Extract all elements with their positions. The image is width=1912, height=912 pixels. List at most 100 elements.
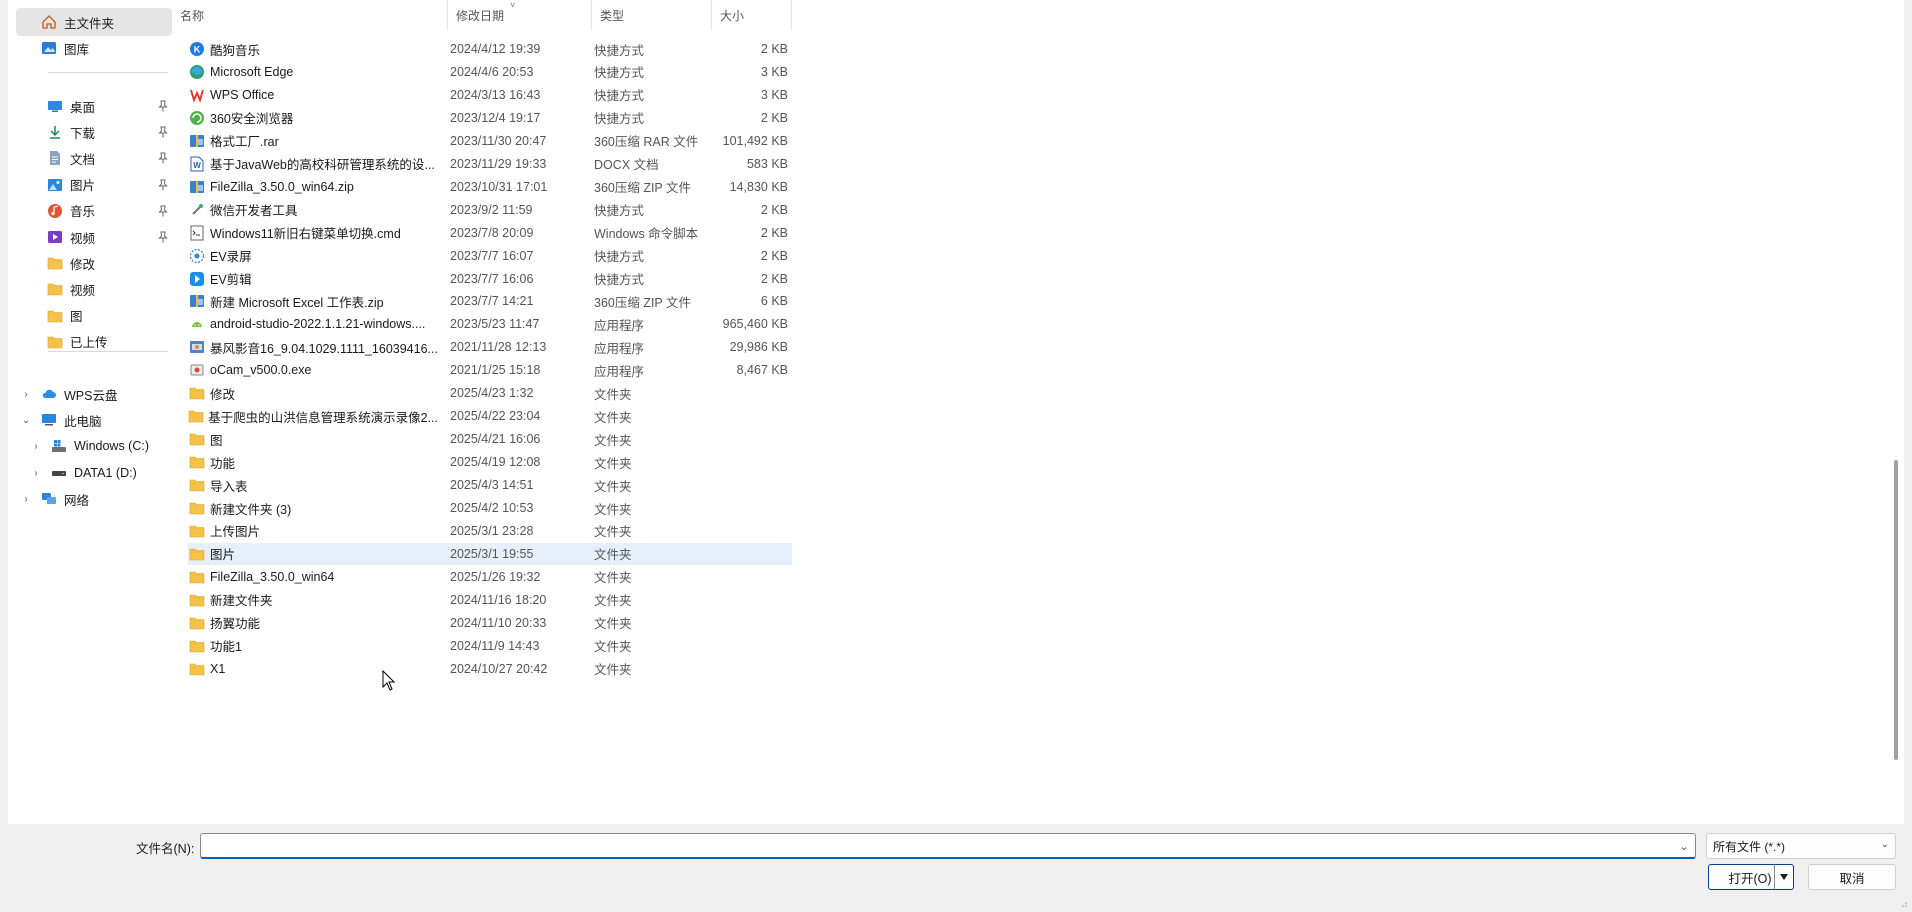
- file-row[interactable]: 上传图片 2025/3/1 23:28 文件夹: [188, 520, 792, 542]
- file-type: 文件夹: [594, 617, 632, 632]
- sidebar-item-sidebar.tree.3[interactable]: › DATA1 (D:): [16, 459, 172, 487]
- file-type: 快捷方式: [594, 204, 645, 219]
- column-header-name[interactable]: 名称: [172, 0, 448, 30]
- file-row[interactable]: oCam_v500.0.exe 2021/1/25 15:18 应用程序 8,467 …: [188, 359, 792, 381]
- file-row[interactable]: 扬翼功能 2024/11/10 20:33 文件夹: [188, 612, 792, 634]
- pin-icon[interactable]: [158, 100, 168, 112]
- kugou-icon: K: [188, 41, 206, 57]
- column-header-size[interactable]: 大小: [712, 0, 792, 30]
- column-header-date[interactable]: 修改日期: [448, 0, 592, 30]
- sidebar-item-label: 主文件夹: [64, 16, 115, 31]
- ev-recorder-icon: [188, 248, 206, 264]
- file-row[interactable]: EV录屏 2023/7/7 16:07 快捷方式 2 KB: [188, 245, 792, 267]
- file-row[interactable]: WPS Office 2024/3/13 16:43 快捷方式 3 KB: [188, 84, 792, 106]
- file-date: 2023/10/31 17:01: [450, 179, 548, 194]
- file-name: android-studio-2022.1.1.21-windows....: [210, 317, 426, 332]
- file-name-cell: WPS Office: [188, 87, 438, 103]
- file-row[interactable]: 基于爬虫的山洪信息管理系统演示录像2... 2025/4/22 23:04 文件夹: [188, 405, 792, 427]
- file-row[interactable]: 功能1 2024/11/9 14:43 文件夹: [188, 635, 792, 657]
- mouse-pointer-icon: [382, 670, 396, 691]
- pin-icon[interactable]: [158, 205, 168, 217]
- sidebar-item-label: Windows (C:): [74, 439, 150, 453]
- sidebar-item-label: 已上传: [70, 336, 108, 351]
- pin-icon[interactable]: [158, 231, 168, 243]
- pin-icon[interactable]: [158, 152, 168, 164]
- chevron-down-icon: ⌄: [1880, 839, 1889, 850]
- sidebar-item-sidebar.tree.1[interactable]: ⌄ 此电脑: [16, 406, 172, 434]
- file-name-cell: 上传图片: [188, 521, 438, 540]
- sidebar-item-sidebar.quick.6[interactable]: 修改: [16, 249, 172, 277]
- sidebar-item-sidebar.tree.2[interactable]: › Windows (C:): [16, 432, 172, 460]
- file-row[interactable]: 新建 Microsoft Excel 工作表.zip 2023/7/7 14:21…: [188, 290, 792, 312]
- file-name-cell: android-studio-2022.1.1.21-windows....: [188, 316, 438, 332]
- pin-icon[interactable]: [158, 179, 168, 191]
- file-name: 图片: [210, 548, 236, 563]
- open-options-dropdown[interactable]: [1774, 864, 1794, 890]
- file-type-filter[interactable]: 所有文件 (*.*) ⌄: [1706, 833, 1896, 859]
- sidebar-item-sidebar.tree.4[interactable]: › 网络: [16, 485, 172, 513]
- file-type: 文件夹: [594, 456, 632, 471]
- file-name-cell: FileZilla_3.50.0_win64: [188, 569, 438, 585]
- file-row[interactable]: 修改 2025/4/23 1:32 文件夹: [188, 382, 792, 404]
- pin-icon[interactable]: [158, 126, 168, 138]
- file-row[interactable]: W 基于JavaWeb的高校科研管理系统的设... 2023/11/29 19:33…: [188, 153, 792, 175]
- file-row[interactable]: 新建文件夹 2024/11/16 18:20 文件夹: [188, 589, 792, 611]
- filename-history-dropdown[interactable]: ⌄: [1676, 838, 1692, 854]
- filename-input[interactable]: [200, 833, 1696, 859]
- file-row[interactable]: FileZilla_3.50.0_win64.zip 2023/10/31 17:…: [188, 176, 792, 198]
- file-date: 2025/1/26 19:32: [450, 569, 541, 584]
- file-row[interactable]: EV剪辑 2023/7/7 16:06 快捷方式 2 KB: [188, 268, 792, 290]
- file-row[interactable]: X1 2024/10/27 20:42 文件夹: [188, 658, 792, 680]
- sidebar-item-sidebar.quick.5[interactable]: 视频: [16, 223, 172, 251]
- file-row[interactable]: 360安全浏览器 2023/12/4 19:17 快捷方式 2 KB: [188, 107, 792, 129]
- file-row[interactable]: 导入表 2025/4/3 14:51 文件夹: [188, 474, 792, 496]
- ev-editor-icon: [188, 271, 206, 287]
- sidebar-item-sidebar.tree.0[interactable]: › WPS云盘: [16, 380, 172, 408]
- cmd-script-icon: [188, 225, 206, 241]
- chevron-right-icon[interactable]: ›: [20, 388, 32, 400]
- scrollbar-thumb[interactable]: [1894, 460, 1898, 760]
- file-type: Windows 命令脚本: [594, 227, 699, 242]
- file-name-cell: 图: [188, 430, 438, 449]
- chevron-down-icon[interactable]: ⌄: [20, 414, 32, 426]
- file-name-cell: oCam_v500.0.exe: [188, 362, 438, 378]
- file-name: 360安全浏览器: [210, 112, 294, 127]
- file-date: 2024/10/27 20:42: [450, 661, 548, 676]
- file-row[interactable]: FileZilla_3.50.0_win64 2025/1/26 19:32 文件夹: [188, 566, 792, 588]
- file-row[interactable]: Windows11新旧右键菜单切换.cmd 2023/7/8 20:09 Windo…: [188, 222, 792, 244]
- file-name-cell: 微信开发者工具: [188, 200, 438, 219]
- chevron-right-icon[interactable]: ›: [30, 467, 42, 479]
- file-type: 文件夹: [594, 387, 632, 402]
- sidebar-item-label: 桌面: [70, 100, 96, 115]
- file-row[interactable]: 暴风影音16_9.04.1029.1111_16039416... 2021/11…: [188, 336, 792, 358]
- chevron-right-icon[interactable]: ›: [30, 440, 42, 452]
- cancel-button[interactable]: 取消: [1808, 864, 1896, 890]
- column-header-row: 名称 ˅ 修改日期 类型 大小: [172, 0, 792, 30]
- vertical-scrollbar[interactable]: [1892, 0, 1900, 824]
- file-row[interactable]: 新建文件夹 (3) 2025/4/2 10:53 文件夹: [188, 497, 792, 519]
- sidebar-item-sidebar.quick.8[interactable]: 图: [16, 302, 172, 330]
- file-row[interactable]: 图 2025/4/21 16:06 文件夹: [188, 428, 792, 450]
- resize-grip-icon[interactable]: [1898, 898, 1908, 908]
- file-row[interactable]: Microsoft Edge 2024/4/6 20:53 快捷方式 3 KB: [188, 61, 792, 83]
- file-row[interactable]: android-studio-2022.1.1.21-windows.... 20…: [188, 313, 792, 335]
- file-row[interactable]: 微信开发者工具 2023/9/2 11:59 快捷方式 2 KB: [188, 199, 792, 221]
- sidebar-item-sidebar.quick.2[interactable]: 文档: [16, 144, 172, 172]
- file-date: 2025/4/3 14:51: [450, 478, 534, 493]
- sidebar-item-sidebar.top.1[interactable]: 图库: [16, 34, 172, 62]
- file-row[interactable]: 格式工厂.rar 2023/11/30 20:47 360压缩 RAR 文件 101,…: [188, 130, 792, 152]
- sidebar-item-sidebar.quick.7[interactable]: 视频: [16, 275, 172, 303]
- file-row[interactable]: 图片 2025/3/1 19:55 文件夹: [188, 542, 792, 565]
- sidebar-item-sidebar.top.0[interactable]: 主文件夹: [16, 8, 172, 36]
- sidebar-item-sidebar.quick.4[interactable]: 音乐: [16, 197, 172, 225]
- folder-icon: [188, 477, 206, 493]
- chevron-right-icon[interactable]: ›: [20, 493, 32, 505]
- file-row[interactable]: K 酷狗音乐 2024/4/12 19:39 快捷方式 2 KB: [188, 38, 792, 60]
- sidebar-item-sidebar.quick.3[interactable]: 图片: [16, 171, 172, 199]
- sidebar-item-sidebar.quick.1[interactable]: 下载: [16, 118, 172, 146]
- column-header-type[interactable]: 类型: [592, 0, 712, 30]
- file-row[interactable]: 功能 2025/4/19 12:08 文件夹: [188, 451, 792, 473]
- sidebar-item-sidebar.quick.0[interactable]: 桌面: [16, 92, 172, 120]
- file-type: 文件夹: [594, 502, 632, 517]
- file-name: 图: [210, 433, 223, 448]
